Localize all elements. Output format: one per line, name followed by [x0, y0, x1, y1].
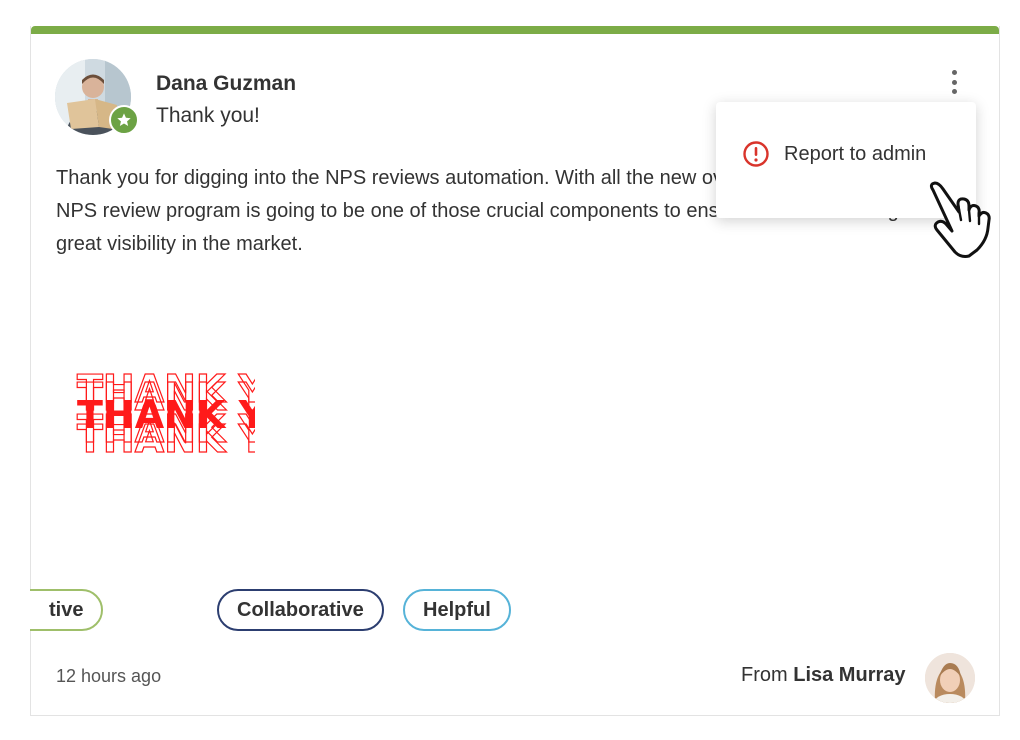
hand-pointer-icon	[925, 180, 1011, 265]
sender-line: From Lisa Murray	[741, 664, 906, 687]
post-subtitle: Thank you!	[156, 104, 260, 127]
post-timestamp: 12 hours ago	[56, 666, 162, 686]
author-name[interactable]: Dana Guzman	[156, 72, 296, 96]
sender-name[interactable]: Lisa Murray	[793, 664, 905, 686]
card-accent-bar	[31, 26, 999, 34]
from-label: From	[741, 664, 788, 686]
star-icon	[117, 113, 131, 126]
thank-you-gif: THANK YOU THANK YOU THANK YOU THANK YOU …	[75, 366, 328, 471]
report-to-admin-item[interactable]: Report to admin	[742, 140, 926, 168]
more-vertical-icon-dot	[951, 79, 957, 85]
alert-circle-icon	[743, 141, 769, 167]
more-vertical-icon-dot	[951, 89, 957, 94]
sender-avatar[interactable]	[925, 653, 975, 703]
sender-photo	[925, 653, 975, 703]
tag-collaborative[interactable]: Collaborative	[217, 589, 384, 631]
tag-helpful[interactable]: Helpful	[403, 589, 511, 631]
left-clip-area	[0, 520, 30, 700]
star-badge	[109, 105, 139, 135]
more-vertical-icon	[951, 70, 957, 75]
gif-main-text: THANK YOU	[77, 393, 255, 437]
more-options-button[interactable]	[942, 68, 966, 96]
report-to-admin-label: Report to admin	[784, 142, 927, 165]
